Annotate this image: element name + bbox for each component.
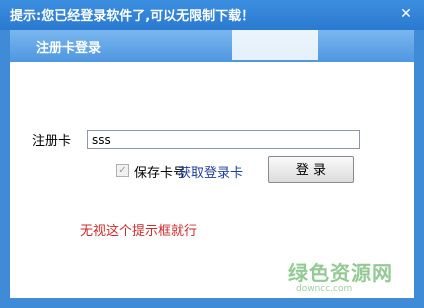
frame-bottom: [0, 298, 424, 308]
redaction-blot: [232, 30, 318, 60]
login-button[interactable]: 登 录: [268, 156, 354, 183]
login-dialog: 提示:您已经登录软件了,可以无限制下载！ ✕ 注册卡登录 注册卡 ✓ 保存卡号 …: [0, 0, 424, 308]
title-bar[interactable]: 提示:您已经登录软件了,可以无限制下载！ ✕: [0, 0, 424, 30]
close-icon[interactable]: ✕: [394, 3, 418, 25]
header-title: 注册卡登录: [36, 41, 102, 56]
watermark-url: downcc.com: [296, 284, 353, 294]
watermark-logo: 绿色资源网: [288, 261, 393, 285]
save-card-checkbox[interactable]: ✓: [116, 164, 129, 177]
card-input[interactable]: [87, 130, 360, 149]
window-title: 提示:您已经登录软件了,可以无限制下载！: [10, 9, 255, 24]
dialog-header: 注册卡登录: [10, 30, 414, 62]
card-label: 注册卡: [32, 134, 72, 149]
frame-left: [0, 30, 10, 308]
hint-text: 无视这个提示框就行: [80, 224, 198, 239]
get-card-link[interactable]: 获取登录卡: [178, 162, 243, 181]
frame-right: [414, 30, 424, 308]
